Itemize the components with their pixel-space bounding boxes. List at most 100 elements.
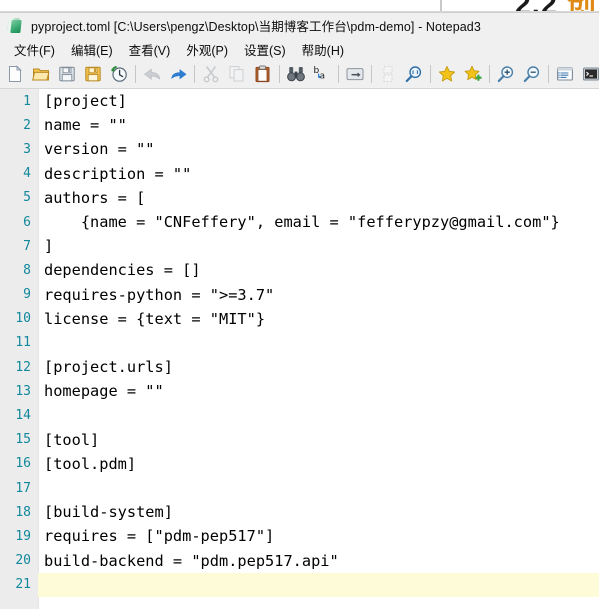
code-line-body[interactable]: requires = ["pdm-pep517"] <box>38 524 599 548</box>
code-line-text: license = {text = "MIT"} <box>44 309 266 328</box>
code-line-body[interactable]: [project.urls] <box>38 355 599 379</box>
code-line[interactable]: 3 version = "" <box>0 137 599 161</box>
line-number: 12 <box>15 359 31 375</box>
code-line[interactable]: 12 [project.urls] <box>0 355 599 379</box>
line-number: 16 <box>15 456 31 472</box>
code-line[interactable]: 13 homepage = "" <box>0 379 599 403</box>
code-line[interactable]: 18 [build-system] <box>0 500 599 524</box>
line-number: 6 <box>23 214 31 230</box>
code-line[interactable]: 20 build-backend = "pdm.pep517.api" <box>0 549 599 573</box>
code-line-body[interactable]: [build-system] <box>38 500 599 524</box>
line-number: 17 <box>15 480 31 496</box>
open-folder-icon[interactable] <box>28 61 54 87</box>
zoom-in-icon[interactable] <box>493 61 519 87</box>
code-line-body[interactable]: {name = "CNFeffery", email = "fefferypzy… <box>38 210 599 234</box>
find-icon[interactable] <box>283 61 309 87</box>
line-number: 8 <box>23 262 31 278</box>
code-line-body[interactable]: ] <box>38 234 599 258</box>
toolbar-separator <box>371 65 372 83</box>
code-line-body[interactable] <box>38 331 599 355</box>
code-line-body[interactable]: description = "" <box>38 162 599 186</box>
code-line-body[interactable]: build-backend = "pdm.pep517.api" <box>38 549 599 573</box>
add-bookmark-icon[interactable] <box>460 61 486 87</box>
code-line[interactable]: 15 [tool] <box>0 428 599 452</box>
code-line[interactable]: 1 [project] <box>0 89 599 113</box>
code-line[interactable]: 9 requires-python = ">=3.7" <box>0 283 599 307</box>
code-line-text: [project.urls] <box>44 358 173 377</box>
code-line[interactable]: 16 [tool.pdm] <box>0 452 599 476</box>
notepad3-window: pyproject.toml [C:\Users\pengz\Desktop\当… <box>0 12 599 609</box>
zoom-find-icon[interactable] <box>401 61 427 87</box>
code-line-text: dependencies = [] <box>44 261 201 280</box>
menu-help[interactable]: 帮助(H) <box>294 38 352 61</box>
code-line[interactable]: 10 license = {text = "MIT"} <box>0 307 599 331</box>
toolbar-separator <box>279 65 280 83</box>
new-file-icon[interactable] <box>2 61 28 87</box>
toggle-pane-icon[interactable] <box>552 61 578 87</box>
indent-block-icon[interactable] <box>375 61 401 87</box>
code-line-text: [tool] <box>44 430 100 449</box>
code-line-body[interactable] <box>38 476 599 500</box>
redo-icon[interactable] <box>165 61 191 87</box>
code-line-body[interactable]: [tool] <box>38 428 599 452</box>
code-line-text: requires = ["pdm-pep517"] <box>44 527 275 546</box>
code-line-body[interactable]: authors = [ <box>38 186 599 210</box>
toolbar-separator <box>194 65 195 83</box>
console-icon[interactable] <box>578 61 599 87</box>
code-line-body[interactable]: version = "" <box>38 137 599 161</box>
code-line-body[interactable]: [tool.pdm] <box>38 452 599 476</box>
code-area[interactable]: 1 [project] 2 name = "" 3 version = "" 4 descri… <box>0 89 599 609</box>
line-number: 15 <box>15 432 31 448</box>
code-line-text: [project] <box>44 92 127 110</box>
code-line[interactable]: 2 name = "" <box>0 113 599 137</box>
code-line[interactable]: 7] <box>0 234 599 258</box>
window-title: pyproject.toml [C:\Users\pengz\Desktop\当… <box>31 20 481 34</box>
line-number: 13 <box>15 383 31 399</box>
code-line-body[interactable] <box>38 403 599 427</box>
menu-edit[interactable]: 编辑(E) <box>63 38 121 61</box>
menu-settings[interactable]: 设置(S) <box>236 38 294 61</box>
toolbar-separator <box>135 65 136 83</box>
code-line-body[interactable]: [project] <box>38 89 599 113</box>
menu-appearance[interactable]: 外观(P) <box>178 38 236 61</box>
undo-icon[interactable] <box>139 61 165 87</box>
line-number: 20 <box>15 553 31 569</box>
code-line[interactable]: 14 <box>0 403 599 427</box>
cut-icon[interactable] <box>198 61 224 87</box>
code-line-body[interactable]: dependencies = [] <box>38 258 599 282</box>
code-line-body[interactable]: requires-python = ">=3.7" <box>38 283 599 307</box>
code-line-text: requires-python = ">=3.7" <box>44 285 275 304</box>
code-line-body[interactable]: license = {text = "MIT"} <box>38 307 599 331</box>
code-line[interactable]: 8 dependencies = [] <box>0 258 599 282</box>
paste-icon[interactable] <box>250 61 276 87</box>
save-icon[interactable] <box>54 61 80 87</box>
menu-file[interactable]: 文件(F) <box>6 38 63 61</box>
bookmark-icon[interactable] <box>434 61 460 87</box>
line-number: 18 <box>15 504 31 520</box>
code-line[interactable]: 21 <box>0 572 599 597</box>
line-number: 14 <box>15 408 31 424</box>
code-line[interactable]: 11 <box>0 331 599 355</box>
line-number: 19 <box>15 528 31 544</box>
text-editor[interactable]: 1 [project] 2 name = "" 3 version = "" 4 descri… <box>0 89 599 609</box>
code-line[interactable]: 19 requires = ["pdm-pep517"] <box>0 524 599 548</box>
code-line-text: build-backend = "pdm.pep517.api" <box>44 551 339 570</box>
copy-icon[interactable] <box>224 61 250 87</box>
menu-view[interactable]: 查看(V) <box>121 38 179 61</box>
code-line[interactable]: 5 authors = [ <box>0 186 599 210</box>
toolbar-separator <box>548 65 549 83</box>
code-line-text: name = "" <box>44 116 127 135</box>
line-number: 7 <box>23 238 31 254</box>
code-line[interactable]: 6 {name = "CNFeffery", email = "fefferyp… <box>0 210 599 234</box>
code-line[interactable]: 4 description = "" <box>0 162 599 186</box>
save-revert-icon[interactable] <box>106 61 132 87</box>
code-line-body[interactable]: name = "" <box>38 113 599 137</box>
code-line[interactable]: 17 <box>0 476 599 500</box>
save-as-icon[interactable] <box>80 61 106 87</box>
code-line-body[interactable] <box>38 572 599 597</box>
zoom-out-icon[interactable] <box>519 61 545 87</box>
code-line-body[interactable]: homepage = "" <box>38 379 599 403</box>
word-wrap-icon[interactable] <box>342 61 368 87</box>
code-line-text: authors = [ <box>44 188 146 207</box>
replace-icon[interactable]: b a <box>309 61 335 87</box>
